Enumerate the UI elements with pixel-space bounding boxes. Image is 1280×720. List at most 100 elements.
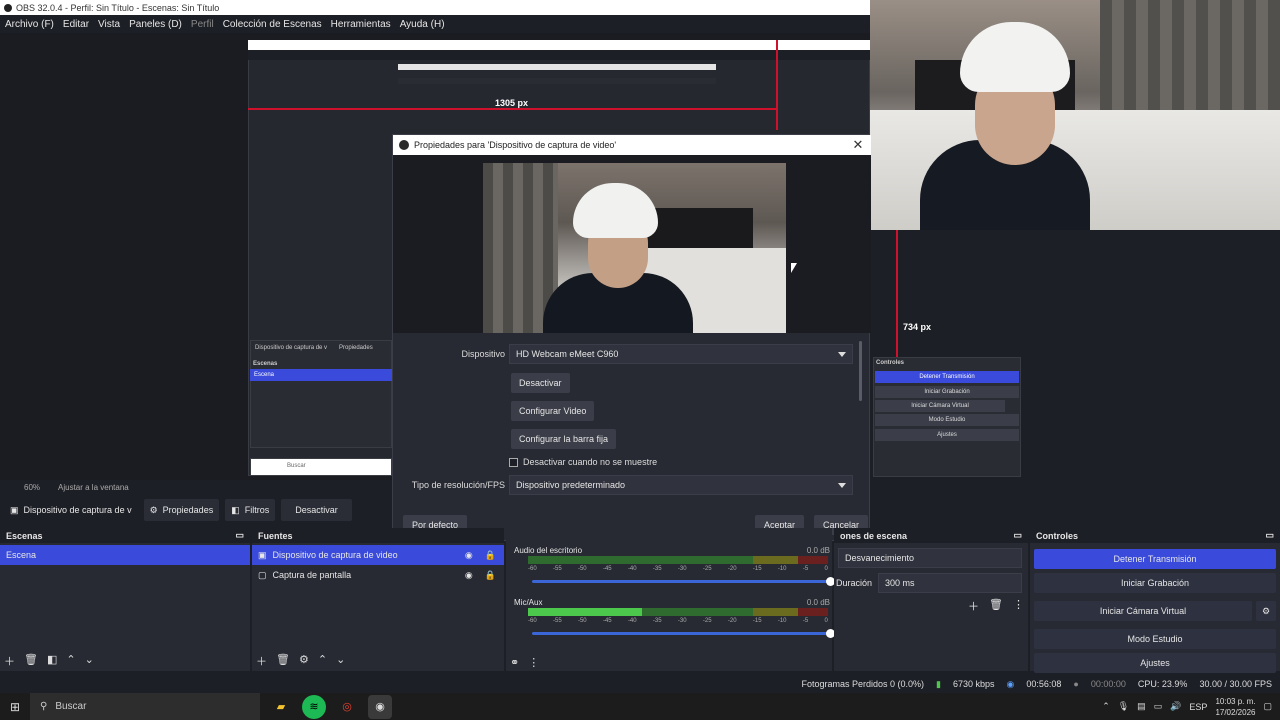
lock-icon[interactable]: 🔒	[485, 545, 504, 565]
battery-icon[interactable]: ▭	[1154, 701, 1163, 712]
trash-icon[interactable]: 🗑	[989, 598, 1003, 614]
lock-icon[interactable]: 🔒	[485, 565, 504, 585]
more-icon[interactable]: ⋮	[528, 656, 539, 669]
scenes-toolbar: ＋ 🗑 ◧ ⌃ ⌄	[4, 653, 94, 669]
add-icon[interactable]: ＋	[968, 598, 979, 614]
meter-tick-label: -60	[528, 618, 537, 624]
nested-stop-stream: Detener Transmisión	[875, 371, 1019, 383]
stop-stream-button[interactable]: Detener Transmisión	[1034, 549, 1276, 569]
menu-scene-collection[interactable]: Colección de Escenas	[223, 19, 322, 30]
chevron-down-icon[interactable]: ⌄	[336, 653, 345, 669]
filter-icon[interactable]: ◧	[47, 653, 57, 669]
chevron-down-icon[interactable]: ⌄	[85, 653, 94, 669]
bitrate: 6730 kbps	[952, 679, 995, 689]
windows-taskbar: ⊞ ⚲ Buscar ▰ ≋ ◎ ◉ ⌃ 🎙 ▤ ▭ 🔊 ESP 10:03 p…	[0, 693, 1280, 720]
studio-mode-button[interactable]: Modo Estudio	[1034, 629, 1276, 649]
microphone-icon[interactable]: 🎙	[1118, 701, 1129, 712]
mixer-body: Audio del escritorio 0.0 dB -60 -55 -50 -45…	[506, 546, 835, 653]
deactivate-source-button[interactable]: Desactivar	[281, 499, 352, 521]
add-icon[interactable]: ＋	[256, 653, 267, 669]
undock-icon[interactable]: ▭	[235, 530, 244, 541]
volume-meter	[528, 608, 828, 616]
chevron-up-icon[interactable]: ⌃	[1102, 701, 1110, 712]
fit-to-window-label[interactable]: Ajustar a la ventana	[58, 483, 129, 492]
undock-icon[interactable]: ▭	[1013, 530, 1022, 541]
deactivate-when-hidden-checkbox[interactable]: Desactivar cuando no se muestre	[509, 457, 657, 467]
source-item[interactable]: ▢ Captura de pantalla ◉ 🔒	[252, 565, 504, 585]
file-explorer-icon[interactable]: ▰	[269, 695, 293, 719]
gear-icon[interactable]: ⚙	[1256, 601, 1276, 621]
volume-slider[interactable]	[532, 577, 835, 586]
network-icon[interactable]: ▤	[1137, 701, 1146, 712]
checkbox-icon[interactable]	[509, 457, 518, 467]
chevron-up-icon[interactable]: ⌃	[66, 653, 75, 669]
undock-icon[interactable]: ▭	[1265, 530, 1274, 541]
windows-start-icon[interactable]: ⊞	[0, 700, 30, 714]
taskbar-search[interactable]: ⚲ Buscar	[30, 693, 260, 720]
spotify-icon[interactable]: ≋	[302, 694, 326, 719]
dialog-scrollbar[interactable]	[859, 341, 862, 401]
device-label: Dispositivo	[461, 349, 505, 359]
more-icon[interactable]: ⋮	[1013, 598, 1024, 614]
menu-bar: Archivo (F) Editar Vista Paneles (D) Per…	[0, 15, 870, 33]
menu-profile[interactable]: Perfil	[191, 19, 214, 30]
trash-icon[interactable]: 🗑	[276, 653, 290, 669]
transition-select-value: Desvanecimiento	[845, 553, 915, 563]
clock[interactable]: 10:03 p. m. 17/02/2026	[1215, 696, 1255, 718]
source-item[interactable]: ▣ Dispositivo de captura de video ◉ 🔒	[252, 545, 504, 565]
properties-button[interactable]: ⚙ Propiedades	[143, 499, 220, 521]
filters-button[interactable]: ◧ Filtros	[225, 499, 276, 521]
menu-file[interactable]: Archivo (F)	[5, 19, 54, 30]
close-icon[interactable]: ✕	[851, 137, 865, 153]
scenes-list: Escena	[0, 545, 250, 653]
mixer-toolbar: ⚭ ⋮	[510, 656, 539, 669]
language-indicator[interactable]: ESP	[1189, 702, 1207, 712]
nested-studio-mode: Modo Estudio	[875, 414, 1019, 426]
menu-tools[interactable]: Herramientas	[331, 19, 391, 30]
transitions-header: ones de escena ▭	[834, 528, 1028, 543]
link-icon[interactable]: ⚭	[510, 656, 519, 669]
menu-docks[interactable]: Paneles (D)	[129, 19, 182, 30]
transition-select[interactable]: Desvanecimiento	[838, 548, 1022, 568]
deactivate-button[interactable]: Desactivar	[511, 373, 570, 393]
search-icon: ⚲	[40, 701, 48, 712]
selected-source: ▣ Dispositivo de captura de v	[4, 499, 138, 521]
gear-icon[interactable]: ⚙	[299, 653, 309, 669]
eye-icon[interactable]: ◉	[465, 545, 479, 565]
menu-view[interactable]: Vista	[98, 19, 120, 30]
scene-item[interactable]: Escena	[0, 545, 250, 565]
add-icon[interactable]: ＋	[4, 653, 15, 669]
duration-value: 300 ms	[885, 578, 915, 588]
menu-help[interactable]: Ayuda (H)	[400, 19, 445, 30]
device-select[interactable]: HD Webcam eMeet C960	[509, 344, 853, 364]
chrome-icon[interactable]: ◎	[335, 695, 359, 719]
eye-icon[interactable]: ◉	[465, 565, 479, 585]
settings-button[interactable]: Ajustes	[1034, 653, 1276, 673]
configure-video-button[interactable]: Configurar Video	[511, 401, 595, 421]
chevron-up-icon[interactable]: ⌃	[318, 653, 327, 669]
source-toolbar: ▣ Dispositivo de captura de v ⚙ Propieda…	[0, 498, 870, 522]
menu-edit[interactable]: Editar	[63, 19, 89, 30]
meter-tick-label: -5	[802, 618, 809, 624]
trash-icon[interactable]: 🗑	[24, 653, 38, 669]
notifications-icon[interactable]: ▢	[1263, 701, 1272, 712]
nested-row	[398, 78, 716, 84]
nested-virtual-cam: Iniciar Cámara Virtual	[875, 400, 1005, 412]
start-recording-button[interactable]: Iniciar Grabación	[1034, 573, 1276, 593]
transitions-toolbar: ＋ 🗑 ⋮	[968, 598, 1024, 614]
stream-icon: ◉	[1006, 678, 1015, 689]
meter-tick-label: 0	[824, 566, 828, 572]
volume-meter	[528, 556, 828, 564]
configure-crossbar-button[interactable]: Configurar la barra fija	[511, 429, 617, 449]
virtual-camera-button[interactable]: Iniciar Cámara Virtual	[1034, 601, 1252, 621]
channel-db: 0.0 dB	[806, 546, 830, 555]
filter-icon: ◧	[231, 504, 240, 515]
meter-tick-label: -25	[702, 618, 712, 624]
obs-icon[interactable]: ◉	[368, 694, 392, 719]
meter-tick-label: -15	[752, 566, 762, 572]
duration-field[interactable]: 300 ms	[878, 573, 1022, 593]
volume-slider[interactable]	[532, 629, 835, 638]
taskbar-search-label: Buscar	[55, 701, 87, 712]
volume-icon[interactable]: 🔊	[1170, 701, 1181, 712]
zoom-level[interactable]: 60%	[24, 483, 40, 492]
